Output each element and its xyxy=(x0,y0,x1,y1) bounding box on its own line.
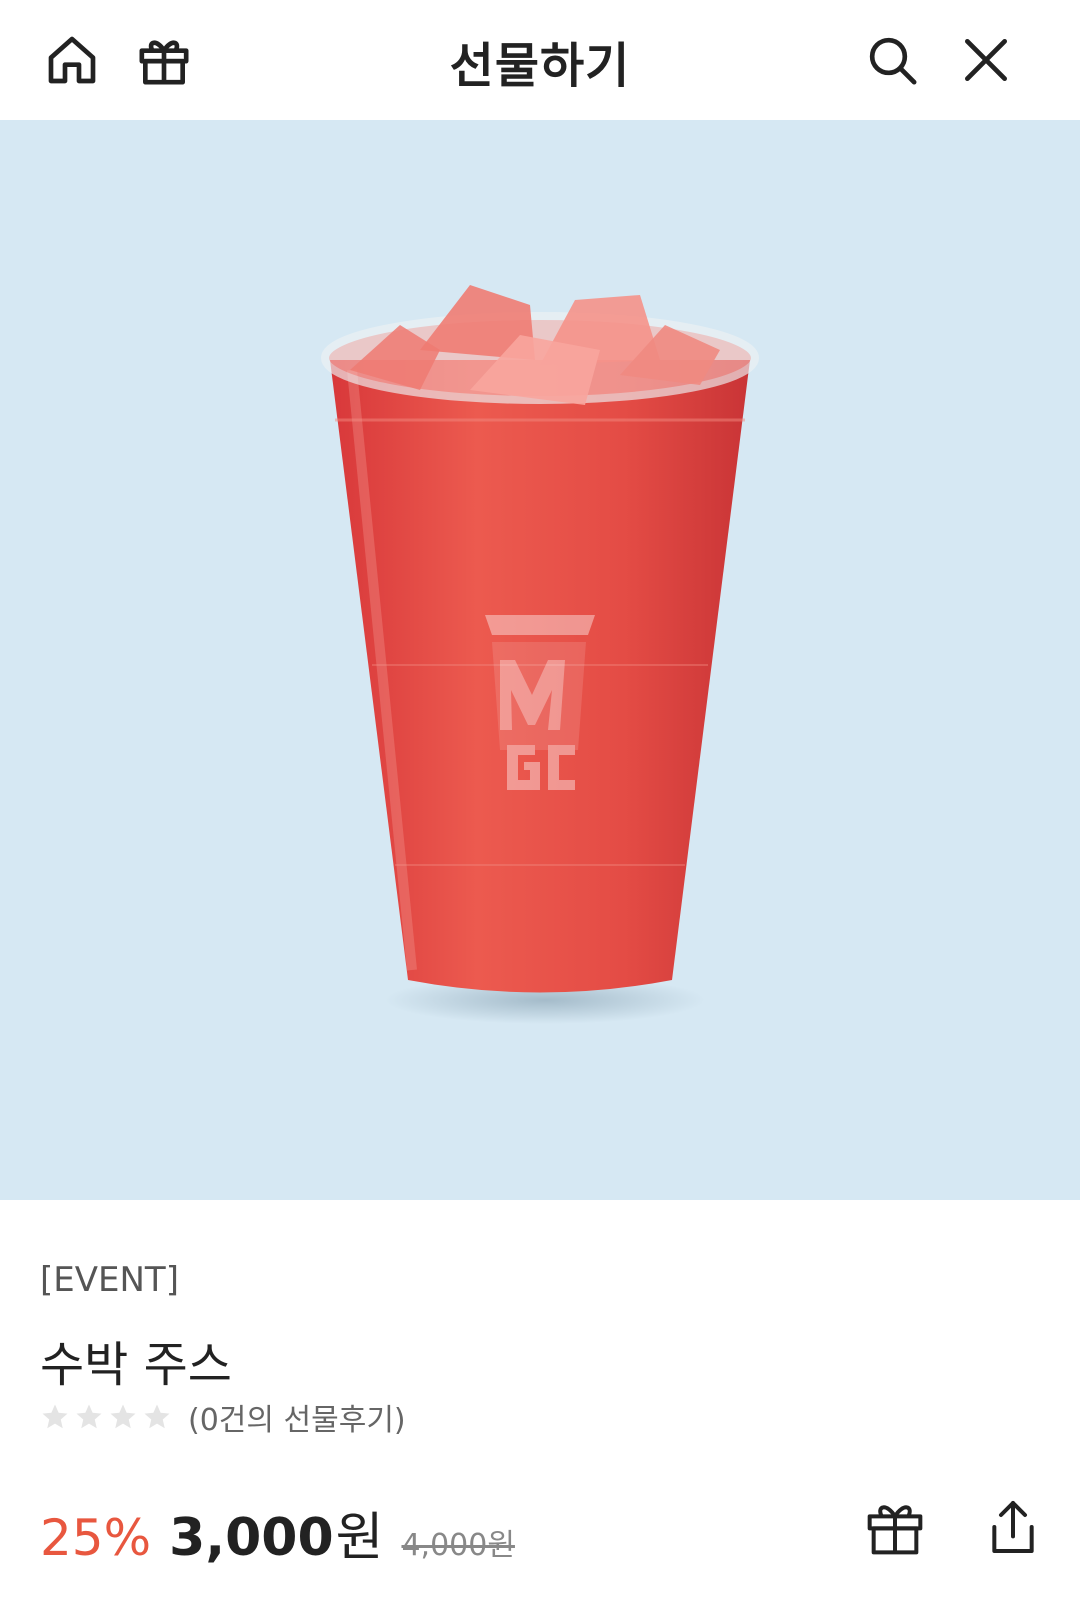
review-count[interactable]: (0건의 선물후기) xyxy=(188,1395,406,1439)
rating-row[interactable]: (0건의 선물후기) xyxy=(40,1395,406,1439)
discount-rate: 25% xyxy=(40,1509,152,1567)
search-icon[interactable] xyxy=(862,30,922,90)
gift-icon[interactable] xyxy=(860,1492,930,1562)
watermelon-juice-cup-illustration xyxy=(321,285,759,1024)
star-empty-icon xyxy=(110,1404,136,1429)
product-name: 수박 주스 xyxy=(40,1337,232,1393)
product-image xyxy=(0,120,1080,1200)
star-empty-icon xyxy=(144,1404,170,1429)
close-icon[interactable] xyxy=(956,30,1016,90)
event-tag: [EVENT] xyxy=(40,1260,179,1300)
price-unit: 원 xyxy=(335,1508,384,1568)
star-empty-icon xyxy=(42,1404,68,1429)
original-price: 4,000원 xyxy=(401,1528,515,1563)
top-navigation-bar: 선물하기 xyxy=(0,0,1080,120)
star-empty-icon xyxy=(76,1404,102,1429)
product-info: [EVENT] 수박 주스 (0건의 선물후기) 25% 3,000 원 4,0… xyxy=(0,1200,1080,1611)
share-icon[interactable] xyxy=(978,1492,1048,1562)
sale-price: 3,000 xyxy=(169,1508,334,1568)
price-row: 25% 3,000 원 4,000원 xyxy=(40,1495,515,1570)
